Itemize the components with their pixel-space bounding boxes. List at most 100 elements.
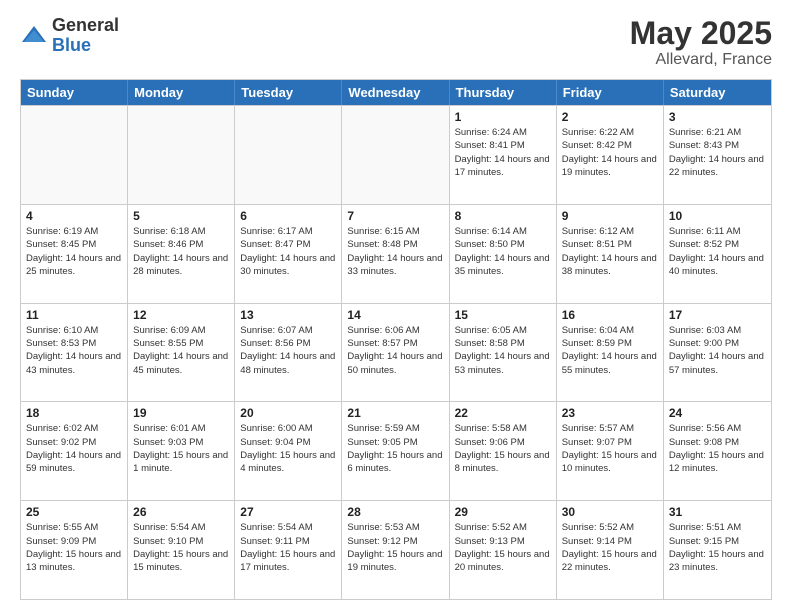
day-number: 23 xyxy=(562,406,658,420)
sun-info: Sunrise: 6:09 AMSunset: 8:55 PMDaylight:… xyxy=(133,324,229,377)
header-day-tuesday: Tuesday xyxy=(235,80,342,105)
day-cell-15: 15 Sunrise: 6:05 AMSunset: 8:58 PMDayligh… xyxy=(450,304,557,402)
day-cell-3: 3 Sunrise: 6:21 AMSunset: 8:43 PMDaylight… xyxy=(664,106,771,204)
day-number: 9 xyxy=(562,209,658,223)
day-cell-31: 31 Sunrise: 5:51 AMSunset: 9:15 PMDayligh… xyxy=(664,501,771,599)
sun-info: Sunrise: 6:02 AMSunset: 9:02 PMDaylight:… xyxy=(26,422,122,475)
day-number: 30 xyxy=(562,505,658,519)
sun-info: Sunrise: 6:10 AMSunset: 8:53 PMDaylight:… xyxy=(26,324,122,377)
page: General Blue May 2025 Allevard, France S… xyxy=(0,0,792,612)
day-cell-10: 10Sunrise: 6:11 AMSunset: 8:52 PMDayligh… xyxy=(664,205,771,303)
day-number: 3 xyxy=(669,110,766,124)
sun-info: Sunrise: 6:22 AMSunset: 8:42 PMDaylight:… xyxy=(562,126,658,179)
sun-info: Sunrise: 5:58 AMSunset: 9:06 PMDaylight:… xyxy=(455,422,551,475)
logo-text: General Blue xyxy=(52,16,119,56)
day-number: 16 xyxy=(562,308,658,322)
day-cell-25: 25 Sunrise: 5:55 AMSunset: 9:09 PMDayligh… xyxy=(21,501,128,599)
sun-info: Sunrise: 5:51 AMSunset: 9:15 PMDaylight:… xyxy=(669,521,766,574)
sun-info: Sunrise: 6:04 AMSunset: 8:59 PMDaylight:… xyxy=(562,324,658,377)
logo-general: General xyxy=(52,16,119,36)
sun-info: Sunrise: 6:21 AMSunset: 8:43 PMDaylight:… xyxy=(669,126,766,179)
header-day-saturday: Saturday xyxy=(664,80,771,105)
day-number: 28 xyxy=(347,505,443,519)
day-cell-empty-0-2 xyxy=(235,106,342,204)
day-cell-1: 1 Sunrise: 6:24 AMSunset: 8:41 PMDaylight… xyxy=(450,106,557,204)
day-cell-13: 13Sunrise: 6:07 AMSunset: 8:56 PMDayligh… xyxy=(235,304,342,402)
day-number: 5 xyxy=(133,209,229,223)
sun-info: Sunrise: 5:56 AMSunset: 9:08 PMDaylight:… xyxy=(669,422,766,475)
day-number: 10 xyxy=(669,209,766,223)
header-day-sunday: Sunday xyxy=(21,80,128,105)
day-number: 31 xyxy=(669,505,766,519)
sun-info: Sunrise: 5:54 AMSunset: 9:10 PMDaylight:… xyxy=(133,521,229,574)
day-number: 12 xyxy=(133,308,229,322)
day-number: 14 xyxy=(347,308,443,322)
day-number: 1 xyxy=(455,110,551,124)
calendar: SundayMondayTuesdayWednesdayThursdayFrid… xyxy=(20,79,772,600)
sun-info: Sunrise: 6:19 AMSunset: 8:45 PMDaylight:… xyxy=(26,225,122,278)
sun-info: Sunrise: 6:03 AMSunset: 9:00 PMDaylight:… xyxy=(669,324,766,377)
sun-info: Sunrise: 6:12 AMSunset: 8:51 PMDaylight:… xyxy=(562,225,658,278)
calendar-body: 1 Sunrise: 6:24 AMSunset: 8:41 PMDaylight… xyxy=(21,105,771,599)
day-cell-11: 11 Sunrise: 6:10 AMSunset: 8:53 PMDayligh… xyxy=(21,304,128,402)
day-cell-16: 16 Sunrise: 6:04 AMSunset: 8:59 PMDayligh… xyxy=(557,304,664,402)
day-number: 18 xyxy=(26,406,122,420)
day-number: 25 xyxy=(26,505,122,519)
sun-info: Sunrise: 6:01 AMSunset: 9:03 PMDaylight:… xyxy=(133,422,229,475)
day-number: 11 xyxy=(26,308,122,322)
calendar-row-0: 1 Sunrise: 6:24 AMSunset: 8:41 PMDaylight… xyxy=(21,105,771,204)
day-number: 4 xyxy=(26,209,122,223)
day-number: 7 xyxy=(347,209,443,223)
day-number: 24 xyxy=(669,406,766,420)
day-number: 27 xyxy=(240,505,336,519)
day-cell-7: 7 Sunrise: 6:15 AMSunset: 8:48 PMDaylight… xyxy=(342,205,449,303)
day-number: 13 xyxy=(240,308,336,322)
day-cell-24: 24 Sunrise: 5:56 AMSunset: 9:08 PMDayligh… xyxy=(664,402,771,500)
day-number: 15 xyxy=(455,308,551,322)
title-block: May 2025 Allevard, France xyxy=(630,16,772,69)
calendar-row-1: 4 Sunrise: 6:19 AMSunset: 8:45 PMDaylight… xyxy=(21,204,771,303)
day-number: 8 xyxy=(455,209,551,223)
day-number: 29 xyxy=(455,505,551,519)
logo-icon xyxy=(20,22,48,50)
day-cell-19: 19Sunrise: 6:01 AMSunset: 9:03 PMDayligh… xyxy=(128,402,235,500)
sun-info: Sunrise: 6:18 AMSunset: 8:46 PMDaylight:… xyxy=(133,225,229,278)
title-location: Allevard, France xyxy=(630,51,772,69)
logo-blue: Blue xyxy=(52,36,119,56)
sun-info: Sunrise: 5:52 AMSunset: 9:13 PMDaylight:… xyxy=(455,521,551,574)
day-cell-14: 14Sunrise: 6:06 AMSunset: 8:57 PMDayligh… xyxy=(342,304,449,402)
sun-info: Sunrise: 5:52 AMSunset: 9:14 PMDaylight:… xyxy=(562,521,658,574)
day-cell-21: 21 Sunrise: 5:59 AMSunset: 9:05 PMDayligh… xyxy=(342,402,449,500)
day-cell-29: 29 Sunrise: 5:52 AMSunset: 9:13 PMDayligh… xyxy=(450,501,557,599)
day-cell-8: 8Sunrise: 6:14 AMSunset: 8:50 PMDaylight… xyxy=(450,205,557,303)
day-number: 20 xyxy=(240,406,336,420)
day-cell-30: 30 Sunrise: 5:52 AMSunset: 9:14 PMDayligh… xyxy=(557,501,664,599)
day-cell-28: 28 Sunrise: 5:53 AMSunset: 9:12 PMDayligh… xyxy=(342,501,449,599)
day-number: 26 xyxy=(133,505,229,519)
sun-info: Sunrise: 5:55 AMSunset: 9:09 PMDaylight:… xyxy=(26,521,122,574)
header-day-wednesday: Wednesday xyxy=(342,80,449,105)
day-number: 21 xyxy=(347,406,443,420)
day-cell-22: 22 Sunrise: 5:58 AMSunset: 9:06 PMDayligh… xyxy=(450,402,557,500)
day-cell-6: 6Sunrise: 6:17 AMSunset: 8:47 PMDaylight… xyxy=(235,205,342,303)
sun-info: Sunrise: 5:53 AMSunset: 9:12 PMDaylight:… xyxy=(347,521,443,574)
calendar-row-2: 11 Sunrise: 6:10 AMSunset: 8:53 PMDayligh… xyxy=(21,303,771,402)
sun-info: Sunrise: 6:05 AMSunset: 8:58 PMDaylight:… xyxy=(455,324,551,377)
logo: General Blue xyxy=(20,16,119,56)
sun-info: Sunrise: 6:24 AMSunset: 8:41 PMDaylight:… xyxy=(455,126,551,179)
day-cell-23: 23 Sunrise: 5:57 AMSunset: 9:07 PMDayligh… xyxy=(557,402,664,500)
day-cell-empty-0-3 xyxy=(342,106,449,204)
day-number: 22 xyxy=(455,406,551,420)
day-cell-empty-0-1 xyxy=(128,106,235,204)
day-cell-empty-0-0 xyxy=(21,106,128,204)
day-cell-17: 17Sunrise: 6:03 AMSunset: 9:00 PMDayligh… xyxy=(664,304,771,402)
sun-info: Sunrise: 5:57 AMSunset: 9:07 PMDaylight:… xyxy=(562,422,658,475)
sun-info: Sunrise: 5:59 AMSunset: 9:05 PMDaylight:… xyxy=(347,422,443,475)
day-cell-4: 4 Sunrise: 6:19 AMSunset: 8:45 PMDaylight… xyxy=(21,205,128,303)
header: General Blue May 2025 Allevard, France xyxy=(20,16,772,69)
sun-info: Sunrise: 5:54 AMSunset: 9:11 PMDaylight:… xyxy=(240,521,336,574)
header-day-monday: Monday xyxy=(128,80,235,105)
day-cell-2: 2Sunrise: 6:22 AMSunset: 8:42 PMDaylight… xyxy=(557,106,664,204)
day-cell-9: 9 Sunrise: 6:12 AMSunset: 8:51 PMDaylight… xyxy=(557,205,664,303)
sun-info: Sunrise: 6:15 AMSunset: 8:48 PMDaylight:… xyxy=(347,225,443,278)
